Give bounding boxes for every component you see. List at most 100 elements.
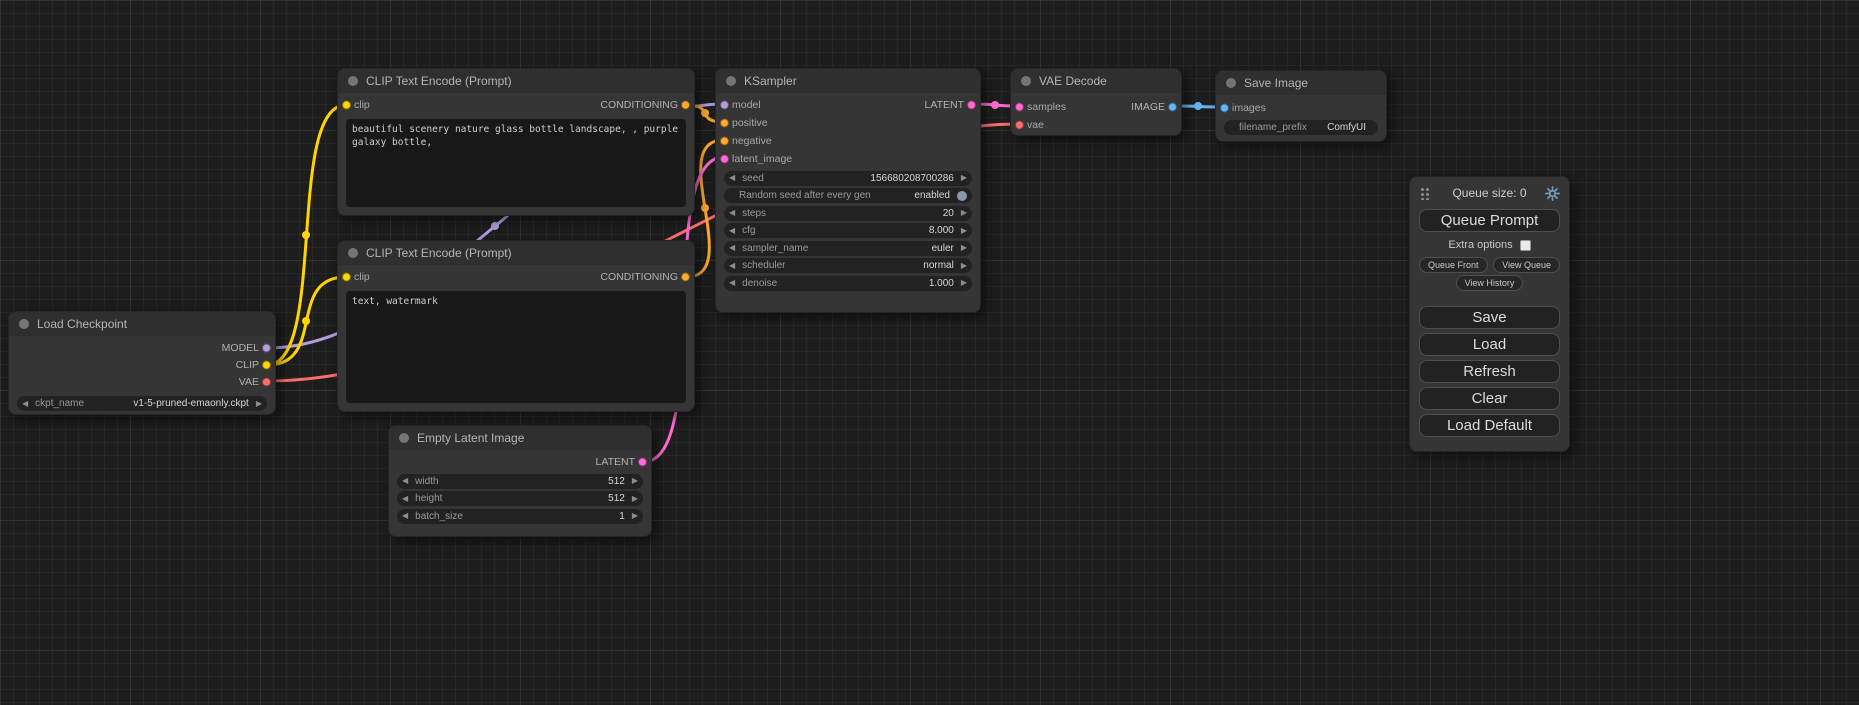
view-queue-button[interactable]: View Queue <box>1493 257 1560 273</box>
node-ksampler[interactable]: KSampler model LATENT positive negative … <box>715 68 981 313</box>
node-title: KSampler <box>744 74 797 88</box>
widget-denoise[interactable]: ◀ denoise 1.000 ▶ <box>724 276 972 291</box>
increment-arrow-icon[interactable]: ▶ <box>632 512 638 520</box>
decrement-arrow-icon[interactable]: ◀ <box>729 227 735 235</box>
widget-scheduler[interactable]: ◀ scheduler normal ▶ <box>724 258 972 273</box>
node-save-image[interactable]: Save Image images filename_prefix ComfyU… <box>1215 70 1387 142</box>
collapse-dot-icon[interactable] <box>19 319 29 329</box>
prompt-textarea[interactable]: text, watermark <box>346 291 686 403</box>
input-label-model: model <box>732 99 761 111</box>
input-slot-negative[interactable] <box>720 137 729 146</box>
widget-batch-size[interactable]: ◀ batch_size 1 ▶ <box>397 509 643 524</box>
increment-arrow-icon[interactable]: ▶ <box>632 495 638 503</box>
output-slot-clip[interactable] <box>262 360 271 369</box>
widget-height[interactable]: ◀ height 512 ▶ <box>397 491 643 506</box>
view-history-button[interactable]: View History <box>1456 275 1524 291</box>
input-slot-clip[interactable] <box>342 101 351 110</box>
input-slot-latent-image[interactable] <box>720 155 729 164</box>
widget-label: batch_size <box>415 511 619 522</box>
output-slot-image[interactable] <box>1168 103 1177 112</box>
input-label-clip: clip <box>354 99 370 111</box>
decrement-arrow-icon[interactable]: ◀ <box>402 477 408 485</box>
collapse-dot-icon[interactable] <box>1226 78 1236 88</box>
toggle-knob-icon[interactable] <box>957 191 967 201</box>
decrement-arrow-icon[interactable]: ◀ <box>22 400 28 408</box>
node-title: Load Checkpoint <box>37 317 127 331</box>
increment-arrow-icon[interactable]: ▶ <box>632 477 638 485</box>
increment-arrow-icon[interactable]: ▶ <box>961 209 967 217</box>
decrement-arrow-icon[interactable]: ◀ <box>729 244 735 252</box>
node-graph-canvas[interactable]: { "colors": { "model": "#b39ddb", "clip"… <box>0 0 1859 705</box>
output-slot-latent[interactable] <box>638 458 647 467</box>
queue-prompt-button[interactable]: Queue Prompt <box>1419 209 1560 232</box>
node-title-bar[interactable]: KSampler <box>716 69 980 93</box>
output-label-clip: CLIP <box>236 359 259 371</box>
increment-arrow-icon[interactable]: ▶ <box>256 400 262 408</box>
increment-arrow-icon[interactable]: ▶ <box>961 279 967 287</box>
collapse-dot-icon[interactable] <box>399 433 409 443</box>
increment-arrow-icon[interactable]: ▶ <box>961 227 967 235</box>
collapse-dot-icon[interactable] <box>726 76 736 86</box>
widget-label: filename_prefix <box>1239 122 1327 133</box>
node-title-bar[interactable]: CLIP Text Encode (Prompt) <box>338 241 694 265</box>
increment-arrow-icon[interactable]: ▶ <box>961 174 967 182</box>
output-slot-conditioning[interactable] <box>681 101 690 110</box>
clear-button[interactable]: Clear <box>1419 387 1560 410</box>
widget-seed[interactable]: ◀ seed 156680208700286 ▶ <box>724 171 972 186</box>
refresh-button[interactable]: Refresh <box>1419 360 1560 383</box>
node-clip-text-encode-negative[interactable]: CLIP Text Encode (Prompt) clip CONDITION… <box>337 240 695 412</box>
widget-random-seed[interactable]: Random seed after every gen enabled <box>724 188 972 203</box>
input-slot-vae[interactable] <box>1015 121 1024 130</box>
decrement-arrow-icon[interactable]: ◀ <box>729 262 735 270</box>
widget-value: 1 <box>619 511 625 522</box>
node-title-bar[interactable]: Save Image <box>1216 71 1386 95</box>
decrement-arrow-icon[interactable]: ◀ <box>729 174 735 182</box>
widget-filename-prefix[interactable]: filename_prefix ComfyUI <box>1224 120 1378 135</box>
widget-label: sampler_name <box>742 243 931 254</box>
output-slot-conditioning[interactable] <box>681 273 690 282</box>
widget-cfg[interactable]: ◀ cfg 8.000 ▶ <box>724 223 972 238</box>
node-load-checkpoint[interactable]: Load Checkpoint MODEL CLIP VAE ◀ ckpt_na… <box>8 311 276 415</box>
node-title-bar[interactable]: VAE Decode <box>1011 69 1181 93</box>
output-slot-vae[interactable] <box>262 377 271 386</box>
node-title-bar[interactable]: Load Checkpoint <box>9 312 275 336</box>
decrement-arrow-icon[interactable]: ◀ <box>402 495 408 503</box>
drag-handle-icon[interactable] <box>1419 186 1430 200</box>
increment-arrow-icon[interactable]: ▶ <box>961 262 967 270</box>
widget-steps[interactable]: ◀ steps 20 ▶ <box>724 206 972 221</box>
input-slot-model[interactable] <box>720 101 729 110</box>
widget-label: width <box>415 476 608 487</box>
widget-value: 8.000 <box>929 225 954 236</box>
save-button[interactable]: Save <box>1419 306 1560 329</box>
node-empty-latent-image[interactable]: Empty Latent Image LATENT ◀ width 512 ▶ … <box>388 425 652 537</box>
collapse-dot-icon[interactable] <box>348 76 358 86</box>
widget-value: 1.000 <box>929 278 954 289</box>
node-clip-text-encode-positive[interactable]: CLIP Text Encode (Prompt) clip CONDITION… <box>337 68 695 216</box>
widget-ckpt-name[interactable]: ◀ ckpt_name v1-5-pruned-emaonly.ckpt ▶ <box>17 396 267 411</box>
input-slot-positive[interactable] <box>720 119 729 128</box>
prompt-textarea[interactable]: beautiful scenery nature glass bottle la… <box>346 119 686 207</box>
queue-front-button[interactable]: Queue Front <box>1419 257 1488 273</box>
node-title: Empty Latent Image <box>417 431 524 445</box>
input-slot-clip[interactable] <box>342 273 351 282</box>
decrement-arrow-icon[interactable]: ◀ <box>729 209 735 217</box>
node-title-bar[interactable]: Empty Latent Image <box>389 426 651 450</box>
collapse-dot-icon[interactable] <box>1021 76 1031 86</box>
load-default-button[interactable]: Load Default <box>1419 414 1560 437</box>
node-title-bar[interactable]: CLIP Text Encode (Prompt) <box>338 69 694 93</box>
extra-options-checkbox[interactable] <box>1520 240 1531 251</box>
widget-sampler-name[interactable]: ◀ sampler_name euler ▶ <box>724 241 972 256</box>
load-button[interactable]: Load <box>1419 333 1560 356</box>
collapse-dot-icon[interactable] <box>348 248 358 258</box>
decrement-arrow-icon[interactable]: ◀ <box>402 512 408 520</box>
node-vae-decode[interactable]: VAE Decode samples IMAGE vae <box>1010 68 1182 136</box>
increment-arrow-icon[interactable]: ▶ <box>961 244 967 252</box>
input-slot-images[interactable] <box>1220 104 1229 113</box>
widget-width[interactable]: ◀ width 512 ▶ <box>397 474 643 489</box>
output-slot-latent[interactable] <box>967 101 976 110</box>
input-slot-samples[interactable] <box>1015 103 1024 112</box>
widget-value: normal <box>923 260 954 271</box>
output-slot-model[interactable] <box>262 343 271 352</box>
decrement-arrow-icon[interactable]: ◀ <box>729 279 735 287</box>
settings-gear-icon[interactable] <box>1545 186 1560 201</box>
